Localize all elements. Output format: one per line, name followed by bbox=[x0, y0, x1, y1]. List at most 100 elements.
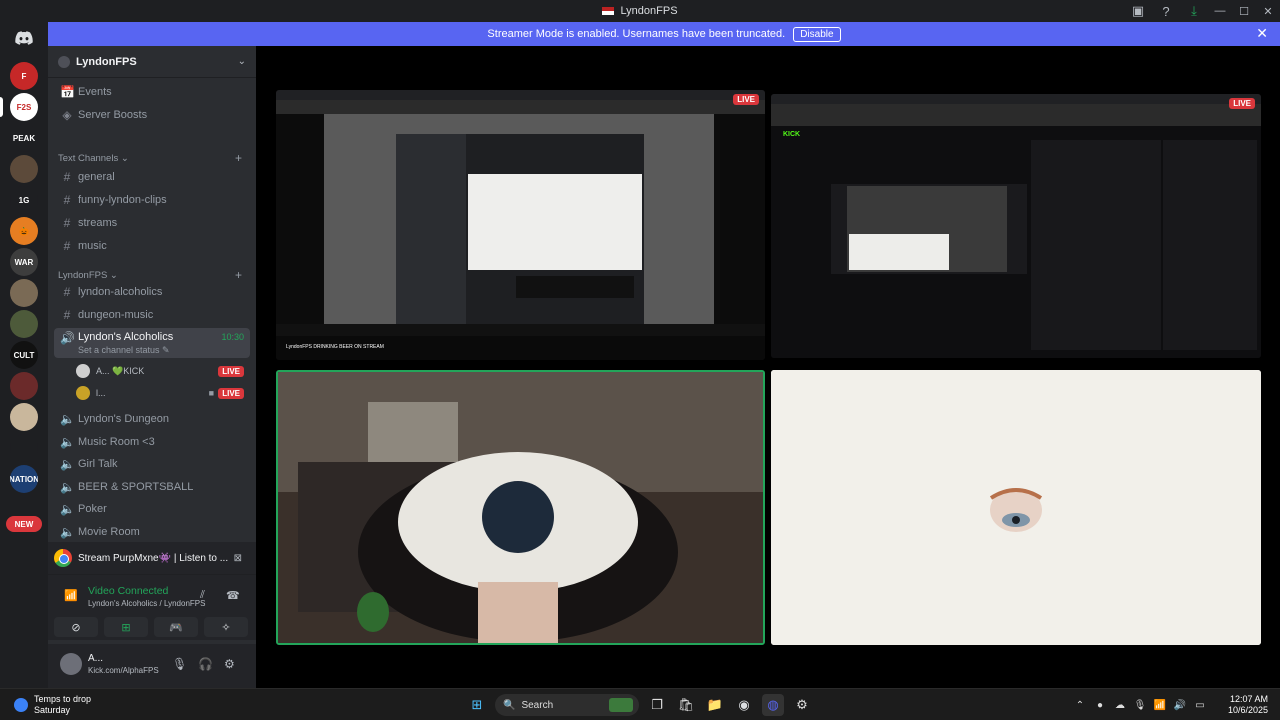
activity-close-icon[interactable]: ⊠ bbox=[234, 553, 242, 564]
clock-date: 10/6/2025 bbox=[1227, 705, 1268, 715]
category-lyndonfps[interactable]: LyndonFPS ⌄ + bbox=[58, 268, 248, 282]
channel-lyndon-alcoholics[interactable]: # lyndon-alcoholics bbox=[54, 282, 250, 302]
live-badge: LIVE bbox=[218, 365, 244, 377]
chevron-down-icon: ⌄ bbox=[237, 56, 246, 67]
cloud-icon[interactable]: ☁ bbox=[1110, 700, 1130, 711]
close-window-button[interactable]: ✕ bbox=[1256, 0, 1280, 22]
video-stage: LyndonFPS DRINKING BEER ON STREAM LIVE K… bbox=[256, 46, 1280, 688]
volume-icon[interactable]: 🔊 bbox=[1170, 700, 1190, 711]
gear-icon[interactable]: ⚙ bbox=[224, 657, 235, 671]
voice-channel-5[interactable]: 🔈 Poker bbox=[54, 499, 250, 519]
clock[interactable]: 12:07 AM 10/6/2025 bbox=[1210, 694, 1280, 716]
server-icon-8[interactable] bbox=[10, 279, 38, 307]
chrome-icon bbox=[54, 549, 72, 567]
server-icon-14[interactable]: NATION bbox=[10, 465, 38, 493]
voice-channel-1[interactable]: 🔈 Lyndon's Dungeon bbox=[54, 409, 250, 429]
disconnect-icon[interactable]: ☎ bbox=[226, 589, 240, 602]
weather-widget[interactable]: Temps to drop Saturday bbox=[14, 694, 91, 716]
help-icon[interactable]: ? bbox=[1152, 0, 1180, 22]
channel-dungeon-music[interactable]: # dungeon-music bbox=[54, 305, 250, 325]
disable-streamer-mode-button[interactable]: Disable bbox=[793, 26, 841, 42]
add-channel-icon[interactable]: + bbox=[235, 268, 242, 282]
server-icon-6[interactable]: 🎃 bbox=[10, 217, 38, 245]
stream-tile-kick[interactable]: KICK LIVE bbox=[771, 94, 1261, 358]
server-header[interactable]: LyndonFPS ⌄ bbox=[48, 46, 256, 78]
webcam-feed bbox=[278, 372, 763, 643]
speaker-icon: 🔈 bbox=[60, 502, 75, 517]
server-icon-9[interactable] bbox=[10, 310, 38, 338]
chrome-taskbar-icon[interactable]: ◉ bbox=[733, 694, 755, 716]
category-text-channels[interactable]: Text Channels ⌄ + bbox=[58, 151, 248, 165]
minimize-button[interactable]: — bbox=[1208, 0, 1232, 22]
channel-music[interactable]: # music bbox=[54, 236, 250, 256]
windows-start-icon[interactable]: ⊞ bbox=[466, 694, 488, 716]
sidebar-item-events[interactable]: 📅 Events bbox=[54, 82, 250, 102]
task-view-icon[interactable]: ❐ bbox=[646, 694, 668, 716]
category-label: LyndonFPS bbox=[58, 269, 108, 281]
voice-status-title[interactable]: Video Connected bbox=[88, 585, 168, 597]
avatar[interactable] bbox=[60, 653, 82, 675]
server-icon-11[interactable] bbox=[10, 372, 38, 400]
user-panel: A... Kick.com/AlphaFPS 🎙 🎧 ⚙ bbox=[48, 644, 256, 688]
voice-channel-2[interactable]: 🔈 Music Room <3 bbox=[54, 432, 250, 452]
server-icon-2[interactable]: F2S bbox=[10, 93, 38, 121]
stream-screenshot-2: KICK bbox=[771, 94, 1261, 358]
camera-tile-eye[interactable] bbox=[771, 370, 1261, 645]
voice-channel-6[interactable]: 🔈 Movie Room bbox=[54, 522, 250, 542]
channel-funny-lyndon-clips[interactable]: # funny-lyndon-clips bbox=[54, 190, 250, 210]
chevron-up-icon[interactable]: ⌃ bbox=[1070, 700, 1090, 711]
banner-close-icon[interactable]: ✕ bbox=[1256, 25, 1268, 42]
download-icon[interactable]: ⤓ bbox=[1180, 0, 1208, 22]
user-status: Kick.com/AlphaFPS bbox=[88, 666, 159, 675]
streamer-mode-banner: Streamer Mode is enabled. Usernames have… bbox=[48, 22, 1280, 46]
microphone-icon[interactable]: 🎙 bbox=[172, 657, 187, 671]
voice-user[interactable]: A... 💚KICK LIVE bbox=[76, 362, 246, 380]
camera-tile-user[interactable] bbox=[276, 370, 765, 645]
channel-status[interactable]: Set a channel status ✎ bbox=[78, 345, 170, 356]
taskbar-search[interactable]: 🔍 Search bbox=[495, 694, 639, 716]
inbox-icon[interactable]: ▣ bbox=[1124, 0, 1152, 22]
maximize-button[interactable]: ☐ bbox=[1232, 0, 1256, 22]
activity-panel[interactable]: Stream PurpMxne👾 | Listen to ... ⊠ bbox=[48, 542, 256, 574]
new-badge[interactable]: NEW bbox=[6, 516, 42, 532]
discord-home-icon[interactable] bbox=[12, 28, 36, 48]
steam-taskbar-icon[interactable]: ⚙ bbox=[791, 694, 813, 716]
camera-off-button[interactable]: ⊘ bbox=[54, 617, 98, 637]
server-icon-12[interactable] bbox=[10, 403, 38, 431]
hash-icon: # bbox=[63, 239, 71, 253]
add-channel-icon[interactable]: + bbox=[235, 151, 242, 165]
mic-tray-icon[interactable]: 🎙 bbox=[1130, 700, 1150, 711]
soundboard-button[interactable]: ✧ bbox=[204, 617, 248, 637]
screen-share-button[interactable]: ⊞ bbox=[104, 617, 148, 637]
channel-general[interactable]: # general bbox=[54, 167, 250, 187]
voice-status-subtitle[interactable]: Lyndon's Alcoholics / LyndonFPS bbox=[88, 599, 205, 608]
voice-user-name: l... bbox=[96, 388, 106, 398]
channel-label: general bbox=[78, 171, 115, 183]
store-icon[interactable]: 🛍 bbox=[675, 694, 697, 716]
server-icon-1[interactable]: F bbox=[10, 62, 38, 90]
discord-taskbar-icon[interactable]: ◍ bbox=[762, 694, 784, 716]
tile1-live-badge: LIVE bbox=[733, 94, 759, 105]
battery-icon[interactable]: ▭ bbox=[1190, 700, 1210, 711]
activities-button[interactable]: 🎮 bbox=[154, 617, 198, 637]
server-icon-10[interactable]: CULT bbox=[10, 341, 38, 369]
server-icon-7[interactable]: WAR bbox=[10, 248, 38, 276]
file-explorer-icon[interactable]: 📁 bbox=[704, 694, 726, 716]
headphones-icon[interactable]: 🎧 bbox=[198, 657, 213, 671]
boost-icon: ◈ bbox=[62, 108, 72, 122]
noise-suppression-icon[interactable]: ⫽ bbox=[200, 589, 205, 602]
server-icon-5[interactable]: 1G bbox=[10, 186, 38, 214]
server-icon-3[interactable]: PEAK bbox=[10, 124, 38, 152]
channel-streams[interactable]: # streams bbox=[54, 213, 250, 233]
stream-tile-screen-share[interactable]: LyndonFPS DRINKING BEER ON STREAM LIVE bbox=[276, 90, 765, 360]
user-name[interactable]: A... bbox=[88, 653, 103, 664]
server-icon-13[interactable] bbox=[10, 434, 38, 462]
wifi-icon[interactable]: 📶 bbox=[1150, 700, 1170, 711]
voice-channel-3[interactable]: 🔈 Girl Talk bbox=[54, 454, 250, 474]
voice-channel-4[interactable]: 🔈 BEER & SPORTSBALL bbox=[54, 477, 250, 497]
server-icon-4[interactable] bbox=[10, 155, 38, 183]
voice-channel-lyndons-alcoholics[interactable]: 🔊 Lyndon's Alcoholics 10:30 Set a channe… bbox=[54, 328, 250, 358]
tray-app-icon[interactable]: ● bbox=[1090, 700, 1110, 711]
sidebar-item-server-boosts[interactable]: ◈ Server Boosts bbox=[54, 105, 250, 125]
voice-user[interactable]: l... ■ LIVE bbox=[76, 384, 246, 402]
